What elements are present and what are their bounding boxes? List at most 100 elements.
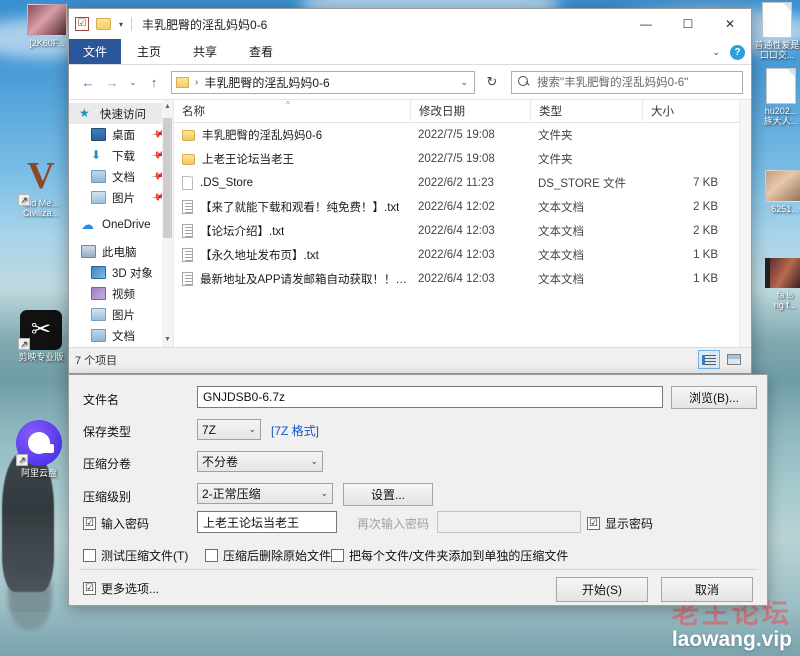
format-link[interactable]: [7Z 格式] <box>271 422 319 439</box>
start-button[interactable]: 开始(S) <box>556 577 648 602</box>
browse-button[interactable]: 浏览(B)... <box>671 386 757 409</box>
table-row[interactable]: 【论坛介绍】.txt 2022/6/4 12:03 文本文档 2 KB <box>174 219 751 243</box>
sidebar-item-downloads[interactable]: ⬇ 下载 📌 <box>69 145 173 166</box>
desktop-icon[interactable]: hu202... 族大人... <box>748 68 800 126</box>
divider <box>79 569 757 570</box>
up-button[interactable]: ↑ <box>143 70 165 94</box>
desktop-icon[interactable]: ✂ ↗ 剪映专业版 <box>8 310 74 362</box>
separate-archives-checkbox[interactable]: 把每个文件/文件夹添加到单独的压缩文件 <box>331 547 568 564</box>
checkbox-box: ☑ <box>587 517 600 530</box>
navigation-pane-scrollbar[interactable]: ▲ ▼ <box>162 100 173 347</box>
pictures-icon <box>91 308 106 321</box>
desktop-icon[interactable]: 普通性爱是 口口交... <box>744 2 800 60</box>
chevron-down-icon[interactable]: ⌄ <box>712 47 720 58</box>
file-name: 最新地址及APP请发邮箱自动获取！！！... <box>200 274 410 286</box>
cancel-button[interactable]: 取消 <box>661 577 753 602</box>
video-file-icon <box>765 258 800 288</box>
split-volume-value: 不分卷 <box>202 455 239 469</box>
file-list-scrollbar[interactable] <box>739 100 751 347</box>
test-archive-checkbox[interactable]: 测试压缩文件(T) <box>83 547 188 564</box>
forward-button[interactable]: → <box>101 70 123 94</box>
sidebar-item-documents-2[interactable]: 文档 <box>69 325 173 346</box>
search-input[interactable]: 搜索"丰乳肥臀的淫乱妈妈0-6" <box>511 70 743 94</box>
sidebar-item-videos[interactable]: 视频 <box>69 283 173 304</box>
tab-share[interactable]: 共享 <box>177 39 233 64</box>
sidebar-item-desktop[interactable]: 桌面 📌 <box>69 124 173 145</box>
close-button[interactable]: ✕ <box>709 9 751 39</box>
sidebar-item-pictures[interactable]: 图片 📌 <box>69 187 173 208</box>
enter-password-checkbox[interactable]: ☑ 输入密码 <box>83 515 149 532</box>
desktop-icon[interactable]: ↗ 阿里云盘 <box>6 420 72 478</box>
refresh-button[interactable]: ↻ <box>481 71 503 94</box>
breadcrumb-path[interactable]: 丰乳肥臀的淫乱妈妈0-6 <box>204 74 329 91</box>
chevron-down-icon: ⌄ <box>320 488 328 498</box>
sidebar-item-this-pc[interactable]: 此电脑 <box>69 241 173 262</box>
view-mode-buttons <box>698 350 745 369</box>
table-row[interactable]: 上老王论坛当老王 2022/7/5 19:08 文件夹 <box>174 147 751 171</box>
settings-button[interactable]: 设置... <box>343 483 433 506</box>
file-size <box>642 147 732 171</box>
table-row[interactable]: 【永久地址发布页】.txt 2022/6/4 12:03 文本文档 1 KB <box>174 243 751 267</box>
breadcrumb[interactable]: › 丰乳肥臀的淫乱妈妈0-6 ⌄ <box>171 70 475 94</box>
file-type: 文本文档 <box>538 226 584 238</box>
sidebar-item-3d-objects[interactable]: 3D 对象 <box>69 262 173 283</box>
archive-format-select[interactable]: 7Z ⌄ <box>197 419 261 440</box>
reenter-password-input[interactable] <box>437 511 581 533</box>
password-input[interactable]: 上老王论坛当老王 <box>197 511 337 533</box>
file-name: 【论坛介绍】.txt <box>200 226 285 238</box>
sidebar-item-quick-access[interactable]: ★ 快速访问 <box>69 103 173 124</box>
3d-objects-icon <box>91 266 106 279</box>
cloud-icon: ☁ <box>81 217 94 232</box>
file-size <box>642 123 732 147</box>
chevron-down-icon[interactable]: ▾ <box>119 20 123 29</box>
table-row[interactable]: .DS_Store 2022/6/2 11:23 DS_STORE 文件 7 K… <box>174 171 751 195</box>
password-value: 上老王论坛当老王 <box>203 515 300 530</box>
file-size: 1 KB <box>693 249 718 261</box>
recent-locations-button[interactable]: ⌄ <box>125 70 141 94</box>
chevron-down-icon[interactable]: ⌄ <box>460 77 468 88</box>
compression-level-label: 压缩级别 <box>83 490 132 504</box>
sidebar-item-documents[interactable]: 文档 📌 <box>69 166 173 187</box>
sidebar-item-onedrive[interactable]: ☁ OneDrive <box>69 214 173 235</box>
desktop-icon[interactable]: 6251... <box>752 170 800 214</box>
column-header-name[interactable]: 名称 ^ <box>174 100 410 123</box>
file-date: 2022/7/5 19:08 <box>418 129 495 141</box>
checkbox-box: ☑ <box>83 582 96 595</box>
ribbon-right-controls: ⌄ ? <box>712 39 745 65</box>
scroll-up-icon[interactable]: ▲ <box>162 100 173 114</box>
details-view-button[interactable] <box>698 350 720 369</box>
split-volume-select[interactable]: 不分卷 ⌄ <box>197 451 323 472</box>
sidebar-item-pictures-2[interactable]: 图片 <box>69 304 173 325</box>
minimize-button[interactable]: — <box>625 9 667 39</box>
file-date: 2022/6/4 12:03 <box>418 273 495 285</box>
desktop-icon[interactable]: V ↗ Sid Me... Civiliza... <box>8 157 74 218</box>
show-password-checkbox[interactable]: ☑ 显示密码 <box>587 515 653 532</box>
table-row[interactable]: 【来了就能下载和观看！纯免费！】.txt 2022/6/4 12:02 文本文档… <box>174 195 751 219</box>
desktop-icon[interactable]: fa is ng f... <box>752 258 800 310</box>
filename-value: GNJDSB0-6.7z <box>203 390 286 404</box>
tiles-view-button[interactable] <box>723 350 745 369</box>
this-pc-icon <box>81 245 96 258</box>
maximize-button[interactable]: ☐ <box>667 9 709 39</box>
file-size: 1 KB <box>693 273 718 285</box>
tab-home[interactable]: 主页 <box>121 39 177 64</box>
desktop-icon-label: 6251... <box>771 204 799 214</box>
scroll-down-icon[interactable]: ▼ <box>162 333 173 347</box>
quick-access-toolbar-checkbox-icon[interactable]: ☑ <box>75 17 89 31</box>
show-password-label: 显示密码 <box>605 517 654 531</box>
back-button[interactable]: ← <box>77 70 99 94</box>
table-row[interactable]: 最新地址及APP请发邮箱自动获取！！！... 2022/6/4 12:03 文本… <box>174 267 751 291</box>
explorer-title-bar: ☑ ▾ 丰乳肥臀的淫乱妈妈0-6 — ☐ ✕ <box>69 9 751 39</box>
tab-file[interactable]: 文件 <box>69 39 122 64</box>
delete-after-compress-checkbox[interactable]: 压缩后删除原始文件 <box>205 547 331 564</box>
table-row[interactable]: 丰乳肥臀的淫乱妈妈0-6 2022/7/5 19:08 文件夹 <box>174 123 751 147</box>
column-header-date[interactable]: 修改日期 <box>410 100 530 123</box>
column-header-size[interactable]: 大小 <box>642 100 732 123</box>
scrollbar-thumb[interactable] <box>163 118 172 238</box>
column-header-type[interactable]: 类型 <box>530 100 642 123</box>
compression-level-select[interactable]: 2-正常压缩 ⌄ <box>197 483 333 504</box>
filename-input[interactable]: GNJDSB0-6.7z <box>197 386 663 408</box>
help-icon[interactable]: ? <box>730 44 745 60</box>
tab-view[interactable]: 查看 <box>233 39 289 64</box>
more-options-checkbox[interactable]: ☑ 更多选项... <box>83 580 159 597</box>
